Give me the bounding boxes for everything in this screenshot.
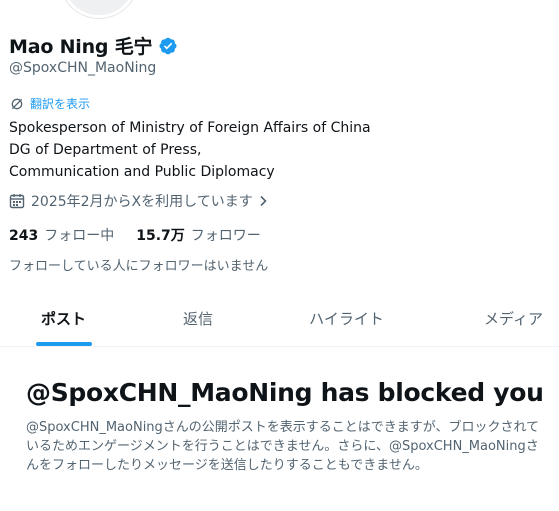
- tab-posts[interactable]: ポスト: [0, 290, 127, 346]
- profile-tabs: ポスト 返信 ハイライト メディア: [0, 290, 559, 347]
- tab-highlights[interactable]: ハイライト: [269, 290, 424, 346]
- avatar[interactable]: [60, 0, 138, 18]
- tab-label: メディア: [484, 309, 543, 328]
- verified-badge-icon[interactable]: [158, 36, 178, 56]
- profile-name-row: Mao Ning 毛宁: [9, 32, 178, 59]
- translate-bio-link[interactable]: 翻訳を表示: [9, 95, 90, 112]
- bio-line: DG of Department of Press,: [9, 142, 202, 158]
- profile-handle: @SpoxCHN_MaoNing: [9, 60, 157, 76]
- following-link[interactable]: 243 フォロー中: [9, 225, 114, 245]
- following-count: 243: [9, 228, 39, 244]
- active-tab-indicator: [35, 342, 92, 346]
- blocked-title: @SpoxCHN_MaoNing has blocked you: [26, 378, 544, 407]
- tab-label: ハイライト: [309, 309, 384, 328]
- tab-replies[interactable]: 返信: [127, 290, 269, 346]
- calendar-icon: [9, 194, 25, 209]
- tab-media[interactable]: メディア: [424, 290, 559, 346]
- followers-label: フォロワー: [190, 228, 261, 244]
- followers-link[interactable]: 15.7万 フォロワー: [136, 225, 261, 245]
- display-name: Mao Ning 毛宁: [9, 36, 153, 58]
- bio-line: Communication and Public Diplomacy: [9, 164, 275, 180]
- joined-label: 2025年2月からXを利用しています: [31, 194, 253, 210]
- follow-counts: 243 フォロー中 15.7万 フォロワー: [9, 225, 283, 245]
- chevron-right-icon: [260, 195, 267, 207]
- tab-label: ポスト: [40, 309, 86, 328]
- profile-bio: Spokesperson of Ministry of Foreign Affa…: [9, 117, 371, 183]
- followers-count: 15.7万: [136, 228, 185, 244]
- translate-icon: [11, 98, 23, 109]
- joined-date[interactable]: 2025年2月からXを利用しています: [9, 191, 269, 211]
- translate-label: 翻訳を表示: [30, 97, 91, 111]
- no-followers-you-know: フォローしている人にフォロワーはいません: [9, 259, 269, 274]
- blocked-message: @SpoxCHN_MaoNingさんの公開ポストを表示することはできますが、ブロ…: [26, 420, 540, 473]
- bio-line: Spokesperson of Ministry of Foreign Affa…: [9, 120, 371, 136]
- following-label: フォロー中: [44, 228, 115, 244]
- tab-label: 返信: [182, 309, 213, 328]
